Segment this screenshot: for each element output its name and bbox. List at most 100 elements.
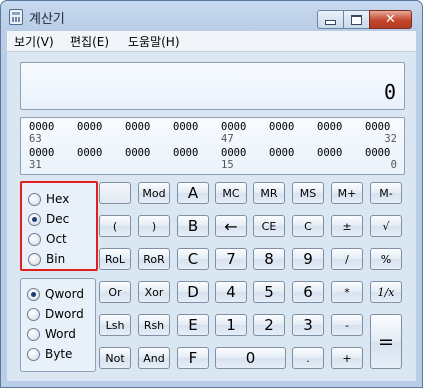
menu-help[interactable]: 도움말(H) [128, 33, 180, 50]
key-hex-f[interactable]: F [177, 347, 209, 369]
bit-group: 0000 [125, 147, 151, 159]
bit-group: 0000 [365, 121, 391, 133]
key-0[interactable]: 0 [215, 347, 286, 369]
radio-oct[interactable]: Oct [28, 231, 67, 247]
key-reciprocal[interactable]: 1/x [370, 281, 402, 303]
close-button[interactable]: ✕ [369, 10, 412, 29]
caption-buttons: ✕ [317, 10, 412, 29]
key-9[interactable]: 9 [292, 248, 324, 270]
key-square-root[interactable]: √ [370, 215, 402, 237]
key-memory-store[interactable]: MS [292, 182, 324, 204]
bit-group: 0000 [221, 121, 247, 133]
key-memory-subtract[interactable]: M- [370, 182, 402, 204]
radio-button[interactable] [27, 307, 40, 321]
minimize-button[interactable] [317, 10, 344, 29]
key-percent[interactable]: % [370, 248, 402, 270]
radio-label: Hex [46, 192, 70, 206]
key-rotate-right[interactable]: RoR [138, 248, 170, 270]
radio-word[interactable]: Word [27, 326, 76, 342]
key-6[interactable]: 6 [292, 281, 324, 303]
calculator-window: 계산기 ✕ 보기(V) 편집(E) 도움말(H) 0 0000 0000 000… [0, 0, 423, 388]
key-3[interactable]: 3 [292, 314, 324, 336]
key-close-paren[interactable]: ) [138, 215, 170, 237]
bit-group: 0000 [29, 147, 55, 159]
key-1[interactable]: 1 [215, 314, 247, 336]
radix-group: Hex Dec Oct Bin [20, 181, 98, 271]
key-hex-a[interactable]: A [177, 182, 209, 204]
key-2[interactable]: 2 [253, 314, 285, 336]
key-add[interactable]: + [331, 347, 363, 369]
bit-group: 0000 [269, 147, 295, 159]
key-divide[interactable]: / [331, 248, 363, 270]
radio-button[interactable] [27, 327, 40, 341]
key-mod[interactable]: Mod [138, 182, 170, 204]
window-title: 계산기 [29, 12, 65, 27]
backspace-key[interactable]: ← [215, 215, 247, 237]
radio-label: Dword [45, 307, 84, 321]
bit-group: 0000 [173, 121, 199, 133]
bit-group: 0000 [317, 147, 343, 159]
radio-button[interactable] [28, 232, 41, 246]
bit-group: 0000 [317, 121, 343, 133]
bit-labels-high: 63 47 32 [21, 133, 404, 145]
key-or[interactable]: Or [99, 281, 131, 303]
radio-label: Word [45, 327, 76, 341]
key-open-paren[interactable]: ( [99, 215, 131, 237]
key-4[interactable]: 4 [215, 281, 247, 303]
bit-group: 0000 [125, 121, 151, 133]
key-subtract[interactable]: - [331, 314, 363, 336]
radio-button[interactable] [28, 252, 41, 266]
key-right-shift[interactable]: Rsh [138, 314, 170, 336]
radio-hex[interactable]: Hex [28, 191, 69, 207]
menu-view[interactable]: 보기(V) [14, 33, 54, 50]
minimize-icon [325, 20, 336, 25]
radio-byte[interactable]: Byte [27, 346, 72, 362]
blank-key[interactable] [99, 182, 131, 204]
radio-button-checked[interactable] [27, 287, 40, 301]
key-hex-b[interactable]: B [177, 215, 209, 237]
key-hex-c[interactable]: C [177, 248, 209, 270]
key-left-shift[interactable]: Lsh [99, 314, 131, 336]
key-clear[interactable]: C [292, 215, 324, 237]
radio-dword[interactable]: Dword [27, 306, 84, 322]
bit-position-label: 63 [29, 133, 42, 145]
bit-group: 0000 [173, 147, 199, 159]
key-not[interactable]: Not [99, 347, 131, 369]
radio-button[interactable] [28, 192, 41, 206]
radio-qword[interactable]: Qword [27, 286, 84, 302]
title-bar[interactable]: 계산기 ✕ [1, 1, 422, 31]
key-hex-e[interactable]: E [177, 314, 209, 336]
bit-group: 0000 [221, 147, 247, 159]
key-clear-entry[interactable]: CE [253, 215, 285, 237]
key-memory-add[interactable]: M+ [331, 182, 363, 204]
bit-group: 0000 [365, 147, 391, 159]
key-multiply[interactable]: * [331, 281, 363, 303]
key-equals[interactable]: = [370, 314, 402, 369]
radio-dec[interactable]: Dec [28, 211, 69, 227]
radio-bin[interactable]: Bin [28, 251, 65, 267]
bit-position-label: 0 [390, 159, 397, 171]
close-icon: ✕ [385, 12, 396, 27]
radio-label: Bin [46, 252, 66, 266]
menu-edit[interactable]: 편집(E) [70, 33, 109, 50]
key-5[interactable]: 5 [253, 281, 285, 303]
bit-group: 0000 [77, 147, 103, 159]
bit-group: 0000 [269, 121, 295, 133]
result-display: 0 [20, 62, 405, 110]
key-decimal[interactable]: . [292, 347, 324, 369]
key-and[interactable]: And [138, 347, 170, 369]
key-7[interactable]: 7 [215, 248, 247, 270]
key-hex-d[interactable]: D [177, 281, 209, 303]
key-negate[interactable]: ± [331, 215, 363, 237]
radio-button[interactable] [27, 347, 40, 361]
key-xor[interactable]: Xor [138, 281, 170, 303]
radio-button-checked[interactable] [28, 212, 41, 226]
key-8[interactable]: 8 [253, 248, 285, 270]
key-rotate-left[interactable]: RoL [99, 248, 131, 270]
radio-label: Qword [45, 287, 84, 301]
calculator-icon [9, 9, 23, 25]
maximize-button[interactable] [343, 10, 370, 29]
key-memory-recall[interactable]: MR [253, 182, 285, 204]
display-value: 0 [383, 80, 396, 104]
key-memory-clear[interactable]: MC [215, 182, 247, 204]
